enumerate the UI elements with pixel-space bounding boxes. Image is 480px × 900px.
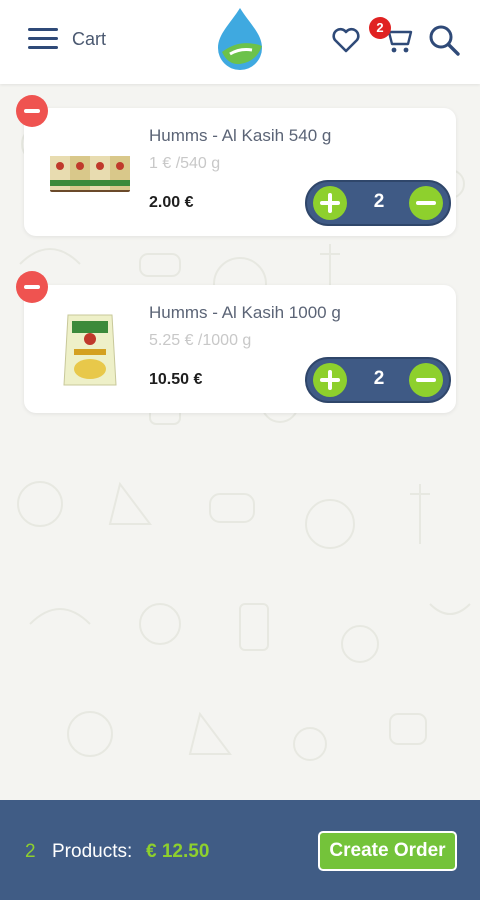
decrease-quantity-button[interactable] bbox=[409, 186, 443, 220]
unit-price: 1 € /540 g bbox=[149, 155, 221, 172]
product-count: 2 bbox=[25, 841, 36, 862]
cart-item: Humms - Al Kasih 1000 g 5.25 € /1000 g 1… bbox=[24, 285, 456, 413]
product-name: Humms - Al Kasih 1000 g bbox=[149, 303, 341, 322]
cart-item: Humms - Al Kasih 540 g 1 € /540 g 2.00 €… bbox=[24, 108, 456, 236]
create-order-button[interactable]: Create Order bbox=[318, 831, 457, 871]
menu-icon[interactable] bbox=[28, 28, 58, 52]
search-icon[interactable] bbox=[426, 22, 462, 58]
page-title: Cart bbox=[72, 29, 107, 49]
decrease-quantity-button[interactable] bbox=[409, 363, 443, 397]
remove-item-button[interactable] bbox=[16, 271, 48, 303]
cart-count-badge: 2 bbox=[369, 17, 391, 39]
remove-item-button[interactable] bbox=[16, 95, 48, 127]
cart-summary-bar: 2 Products: € 12.50 Create Order bbox=[0, 800, 480, 900]
app-header: Cart 2 bbox=[0, 0, 480, 84]
quantity-value: 2 bbox=[373, 368, 385, 389]
brand-logo[interactable] bbox=[208, 6, 272, 72]
heart-icon[interactable] bbox=[330, 24, 362, 56]
product-image bbox=[63, 314, 117, 386]
increase-quantity-button[interactable] bbox=[313, 186, 347, 220]
quantity-value: 2 bbox=[373, 191, 385, 212]
unit-price: 5.25 € /1000 g bbox=[149, 332, 252, 349]
cart-total: € 12.50 bbox=[146, 841, 210, 862]
increase-quantity-button[interactable] bbox=[313, 363, 347, 397]
quantity-stepper: 2 bbox=[305, 180, 451, 226]
item-total: 10.50 € bbox=[149, 371, 203, 388]
quantity-stepper: 2 bbox=[305, 357, 451, 403]
product-image bbox=[50, 156, 130, 192]
product-name: Humms - Al Kasih 540 g bbox=[149, 126, 332, 145]
item-total: 2.00 € bbox=[149, 194, 194, 211]
products-label: Products: bbox=[52, 841, 133, 862]
